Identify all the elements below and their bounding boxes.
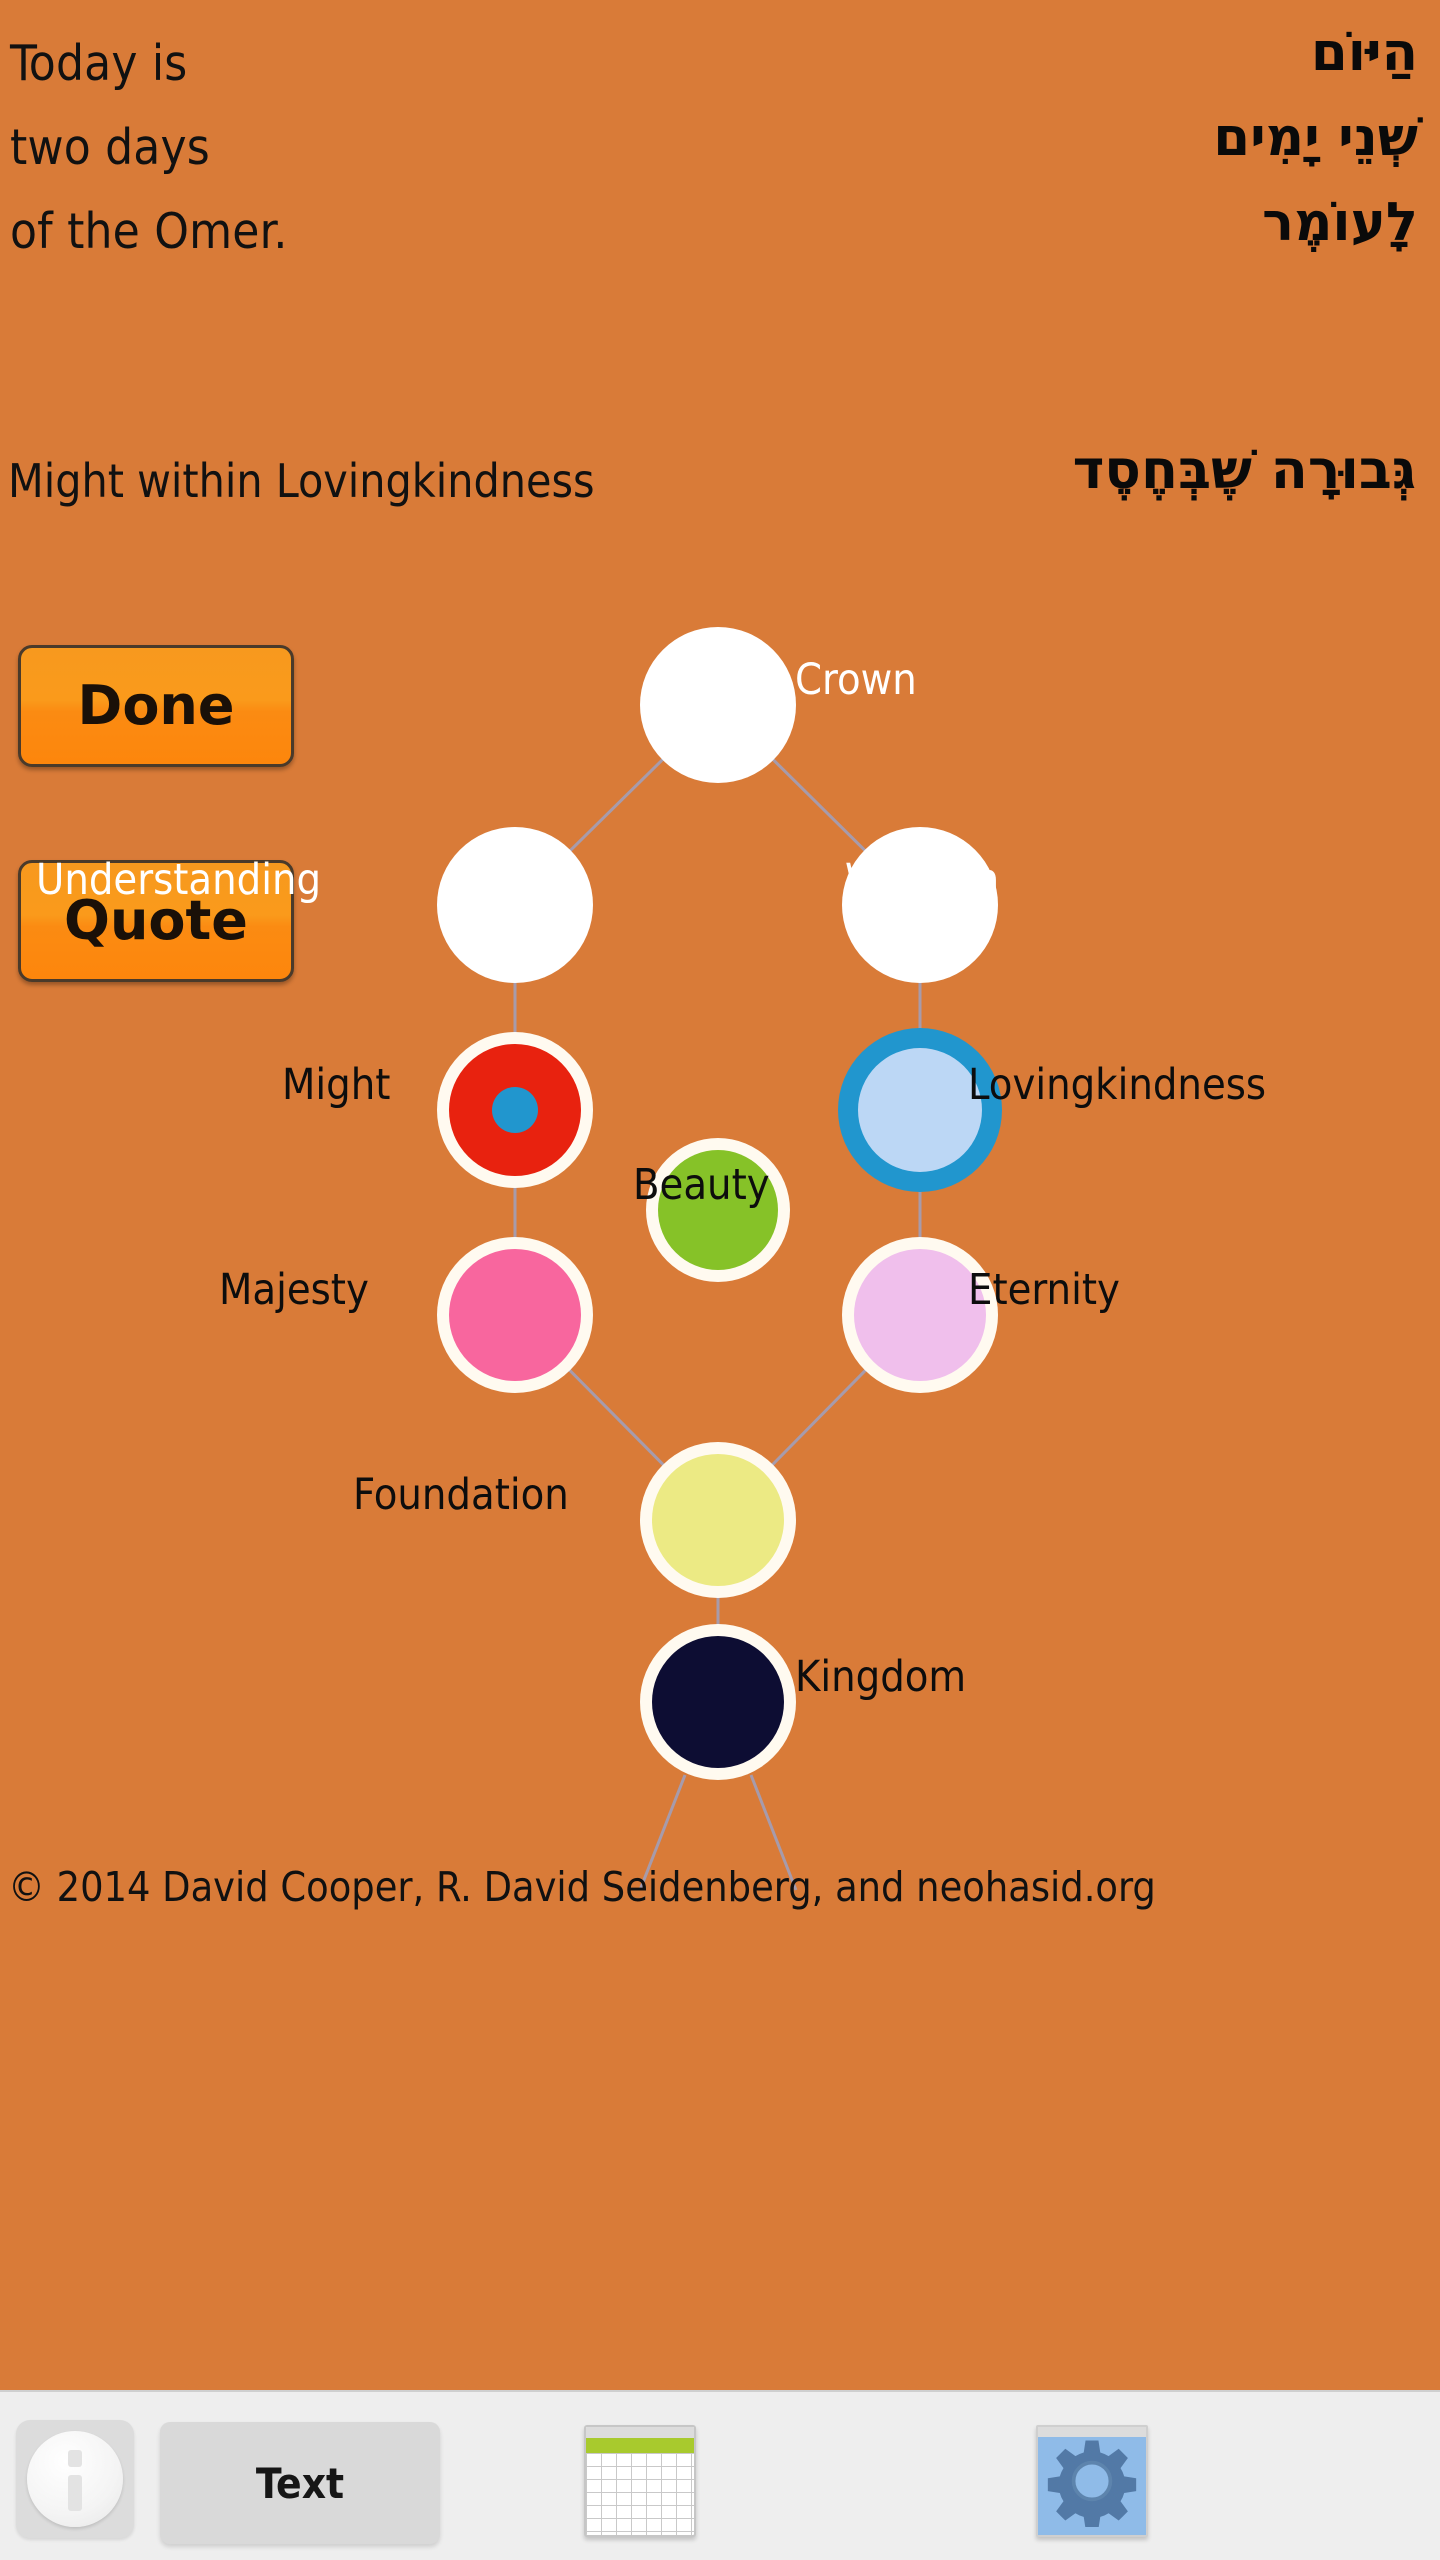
copyright-notice: © 2014 David Cooper, R. David Seidenberg… [8, 1863, 1156, 1911]
sefirah-label-yesod: Foundation [353, 1470, 569, 1520]
sefirah-node-netzach[interactable] [842, 1237, 998, 1393]
sefirah-node-malkhut[interactable] [640, 1624, 796, 1780]
tree-of-life-svg [437, 627, 1002, 1891]
sefirah-inner-dot-gevurah [492, 1087, 538, 1133]
omer-count-hebrew-line-2: שְׁנֵי יָמִים [1213, 107, 1418, 168]
sefirah-node-chokhmah[interactable] [842, 827, 998, 983]
sefirah-fill-malkhut [652, 1636, 784, 1768]
sefirah-fill-hod [449, 1249, 581, 1381]
sefirah-fill-yesod [652, 1454, 784, 1586]
bottom-toolbar: Text [0, 2390, 1440, 2560]
sefirah-label-chesed: Lovingkindness [968, 1060, 1267, 1110]
calendar-button[interactable] [578, 2420, 702, 2542]
sefirah-node-yesod[interactable] [640, 1442, 796, 1598]
omer-count-hebrew-line-3: לָעוֹמֶר [1262, 192, 1418, 253]
sefirah-label-gevurah: Might [282, 1060, 391, 1110]
sefirah-node-gevurah[interactable] [437, 1032, 593, 1188]
omer-count-hebrew-line-1: הַיּוֹם [1310, 22, 1418, 83]
omer-count-english-line-2: two days [10, 119, 210, 176]
info-button[interactable] [16, 2420, 134, 2538]
info-icon [27, 2431, 123, 2527]
omer-count-english-line-3: of the Omer. [10, 203, 288, 260]
calendar-icon [584, 2425, 696, 2537]
sefirah-label-chokhmah: Wisdom [845, 855, 1000, 905]
sefirah-fill-binah [449, 839, 581, 971]
omer-count-english: Today is two days of the Omer. [10, 22, 650, 274]
text-button[interactable]: Text [160, 2422, 440, 2544]
settings-button[interactable] [1030, 2420, 1154, 2542]
gear-icon [1036, 2425, 1148, 2537]
sefirah-node-hod[interactable] [437, 1237, 593, 1393]
sefirah-label-keter: Crown [795, 655, 917, 705]
sefirah-fill-chesed [858, 1048, 982, 1172]
sefirah-fill-netzach [854, 1249, 986, 1381]
app-screen: Today is two days of the Omer. הַיּוֹם ש… [0, 0, 1440, 2560]
gear-icon-glyph [1047, 2440, 1137, 2527]
sefirah-label-tiferet: Beauty [633, 1160, 770, 1210]
omer-main-panel: Today is two days of the Omer. הַיּוֹם ש… [0, 0, 1440, 2390]
tree-of-life-diagram[interactable]: Crown Understanding Wisdom Might Lovingkindn… [0, 560, 1440, 1891]
sefirah-fill-keter [652, 639, 784, 771]
sefirah-node-binah[interactable] [437, 827, 593, 983]
gear-icon-top [1038, 2427, 1146, 2437]
omer-count-english-line-1: Today is [10, 35, 188, 92]
calendar-icon-header-band [586, 2438, 694, 2453]
sefirah-label-binah: Understanding [36, 855, 322, 905]
sefirah-of-day-hebrew: גְּבוּרָה שֶׁבְּחֶסֶד [1072, 438, 1416, 501]
sefirah-node-keter[interactable] [640, 627, 796, 783]
sefirah-of-day-english: Might within Lovingkindness [8, 454, 595, 508]
sefirah-node-chesed[interactable] [838, 1028, 1002, 1192]
sefirah-label-malkhut: Kingdom [795, 1652, 967, 1702]
sefirah-label-netzach: Eternity [968, 1265, 1120, 1315]
sefirah-label-hod: Majesty [219, 1265, 369, 1315]
omer-count-hebrew: הַיּוֹם שְׁנֵי יָמִים לָעוֹמֶר [718, 10, 1418, 265]
calendar-icon-top [586, 2427, 694, 2438]
calendar-icon-grid [586, 2453, 694, 2535]
